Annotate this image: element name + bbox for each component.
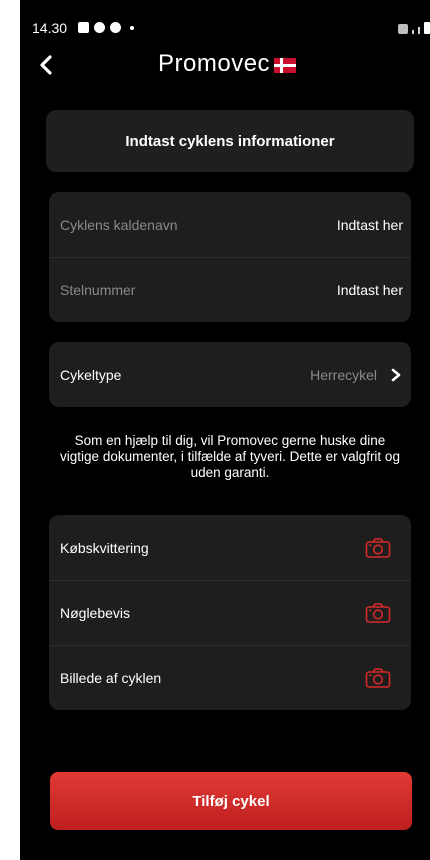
bike-info-fields: Cyklens kaldenavn Indtast her Stelnummer… bbox=[49, 192, 411, 322]
add-bike-button[interactable]: Tilføj cykel bbox=[50, 772, 412, 830]
page-title: Indtast cyklens informationer bbox=[125, 132, 335, 150]
field-value[interactable]: Indtast her bbox=[337, 282, 403, 298]
bike-type-value-group: Herrecykel bbox=[310, 367, 403, 383]
key-certificate-upload-row[interactable]: Nøglebevis bbox=[49, 580, 411, 645]
system-icons bbox=[398, 22, 430, 34]
battery-icon bbox=[424, 22, 430, 34]
frame-number-field[interactable]: Stelnummer Indtast her bbox=[49, 257, 411, 322]
document-uploads: Købskvittering Nøglebevis Billede af cyk… bbox=[49, 515, 411, 710]
danish-flag-icon bbox=[274, 58, 297, 73]
app-screen: 14.30 Promovec Indtast cyklens informati… bbox=[20, 0, 430, 860]
status-bar: 14.30 bbox=[20, 18, 430, 42]
document-label: Billede af cyklen bbox=[60, 670, 162, 686]
header: Promovec bbox=[20, 48, 430, 82]
signal-icon bbox=[412, 30, 414, 34]
more-dot-icon bbox=[130, 25, 134, 30]
document-label: Købskvittering bbox=[60, 539, 149, 556]
field-label: Stelnummer bbox=[60, 282, 136, 298]
signal-bar-icon bbox=[418, 27, 420, 34]
status-time: 14.30 bbox=[32, 20, 68, 36]
notification-icons bbox=[78, 22, 134, 33]
field-label: Cyklens kaldenavn bbox=[60, 216, 178, 233]
logo-text: Promovec bbox=[158, 50, 271, 77]
nickname-field[interactable]: Cyklens kaldenavn Indtast her bbox=[49, 192, 411, 257]
gallery-icon bbox=[78, 22, 89, 33]
volte-icon bbox=[398, 24, 408, 34]
title-card: Indtast cyklens informationer bbox=[46, 110, 414, 172]
promovec-logo: Promovec bbox=[158, 50, 297, 78]
bike-photo-upload-row[interactable]: Billede af cyklen bbox=[49, 645, 411, 710]
camera-icon[interactable] bbox=[365, 537, 391, 559]
camera-icon[interactable] bbox=[365, 602, 391, 624]
chevron-left-icon[interactable] bbox=[36, 54, 58, 76]
chevron-right-icon bbox=[391, 368, 401, 381]
chat-icon bbox=[110, 22, 121, 33]
bike-type-label: Cykeltype bbox=[60, 366, 122, 383]
bike-type-value: Herrecykel bbox=[310, 366, 377, 383]
field-value[interactable]: Indtast her bbox=[337, 217, 403, 233]
sync-icon bbox=[94, 22, 105, 33]
document-label: Nøglebevis bbox=[60, 605, 131, 621]
bike-type-row[interactable]: Cykeltype Herrecykel bbox=[49, 342, 411, 407]
receipt-upload-row[interactable]: Købskvittering bbox=[49, 515, 411, 580]
camera-icon[interactable] bbox=[365, 667, 391, 689]
bike-type-selector[interactable]: Cykeltype Herrecykel bbox=[49, 342, 411, 407]
info-text: Som en hjælp til dig, vil Promovec gerne… bbox=[60, 433, 400, 480]
